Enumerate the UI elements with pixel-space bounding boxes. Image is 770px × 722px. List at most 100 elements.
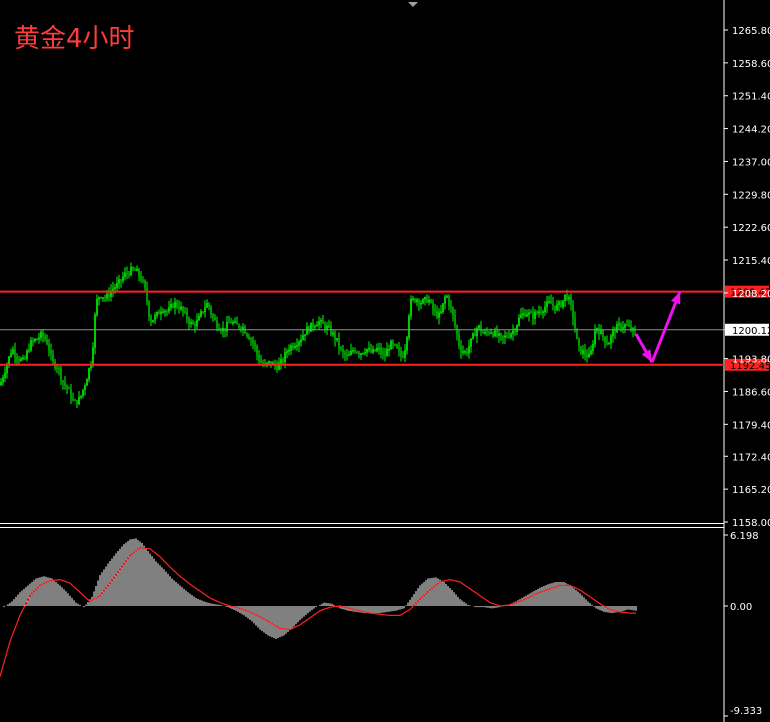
candle-body-down [254, 342, 256, 347]
price-tick-label: 1222.60 [732, 223, 770, 234]
candle-body-down [570, 297, 572, 305]
candle-body-down [18, 358, 20, 361]
candle-body-down [584, 350, 586, 355]
price-tick-label: 1229.80 [732, 190, 770, 201]
candle-body-down [532, 313, 534, 319]
candle-body-down [282, 359, 284, 362]
candle-body-down [100, 297, 102, 299]
macd-tick-label: -9.333 [730, 706, 762, 717]
candle-body-down [580, 346, 582, 354]
candle-body-down [66, 385, 68, 389]
candle-body-down [620, 323, 622, 329]
candle-body-down [140, 276, 142, 281]
candle-body-down [628, 325, 630, 327]
candle-body-down [414, 298, 416, 302]
candle-body-down [240, 327, 242, 329]
candle-body-down [536, 311, 538, 314]
candle-body-down [58, 368, 60, 370]
candle-body-down [322, 320, 324, 324]
candle-body-down [178, 306, 180, 310]
candle-body-down [358, 352, 360, 355]
candle-body-down [64, 382, 66, 386]
candle-body-down [44, 336, 46, 340]
candle-body-down [344, 352, 346, 355]
candle-body-down [324, 323, 326, 330]
candle-body-down [426, 297, 428, 303]
candle-body-down [188, 319, 190, 324]
candle-body-down [312, 322, 314, 327]
candle-body-down [24, 357, 26, 359]
candle-body-down [380, 347, 382, 355]
candle-body-down [482, 331, 484, 334]
candle-body-down [606, 342, 608, 345]
candle-body-down [402, 356, 404, 358]
candle-body-down [342, 348, 344, 353]
candle-body-down [186, 311, 188, 320]
price-tick-label: 1251.40 [732, 92, 770, 103]
candle-body-down [150, 317, 152, 323]
macd-tick-label: 6.198 [730, 531, 759, 542]
candle-body-down [60, 368, 62, 381]
candle-body-down [354, 350, 356, 352]
candle-body-down [146, 287, 148, 302]
candle-body-down [214, 317, 216, 321]
candle-body-down [56, 368, 58, 370]
candle-body-down [346, 354, 348, 356]
price-tick-label: 1158.00 [732, 518, 770, 529]
candle-body-down [392, 341, 394, 345]
candle-body-down [292, 345, 294, 348]
candle-body-down [104, 297, 106, 299]
price-tick-label: 1172.40 [732, 452, 770, 463]
candle-body-down [574, 318, 576, 329]
candle-body-down [448, 296, 450, 306]
price-tick-label: 1237.00 [732, 157, 770, 168]
candle-body-down [370, 348, 372, 353]
candle-body-down [132, 267, 134, 270]
candle-body-down [252, 340, 254, 343]
candle-body-down [308, 326, 310, 332]
candle-body-down [216, 320, 218, 328]
candle-body-down [230, 322, 232, 324]
candle-body-down [540, 311, 542, 313]
candle-body-down [126, 272, 128, 274]
candle-body-down [50, 350, 52, 355]
candle-body-down [14, 349, 16, 357]
candle-body-down [566, 294, 568, 300]
candle-body-down [550, 301, 552, 304]
candle-body-down [202, 311, 204, 313]
candle-body-down [572, 304, 574, 319]
candle-body-down [614, 330, 616, 333]
candle-body-down [560, 301, 562, 307]
candle-body-down [68, 388, 70, 390]
candle-body-down [400, 350, 402, 357]
candle-body-down [554, 305, 556, 310]
candle-body-down [210, 306, 212, 315]
price-tick-label: 1193.80 [732, 355, 770, 366]
candle-body-down [508, 336, 510, 338]
candle-body-down [176, 302, 178, 307]
candle-body-down [212, 314, 214, 318]
candle-body-down [384, 354, 386, 357]
candle-body-down [276, 366, 278, 370]
candle-body-down [598, 328, 600, 334]
candle-body-down [578, 339, 580, 347]
price-tick-label: 1165.20 [732, 485, 770, 496]
macd-tick-label: 0.00 [730, 602, 752, 613]
candle-body-down [436, 310, 438, 318]
candle-body-down [62, 380, 64, 383]
candle-body-down [334, 332, 336, 340]
candle-body-down [148, 301, 150, 318]
candle-body-down [524, 313, 526, 317]
candle-body-down [138, 269, 140, 277]
candle-body-down [602, 330, 604, 337]
candle-body-down [506, 335, 508, 337]
candle-body-down [374, 349, 376, 351]
candle-body-down [340, 347, 342, 349]
candle-body-down [488, 332, 490, 334]
candle-body-down [76, 400, 78, 405]
candle-body-down [396, 344, 398, 348]
candle-body-down [142, 280, 144, 282]
candle-body-down [450, 305, 452, 308]
candle-body-down [48, 344, 50, 351]
candle-body-down [466, 351, 468, 354]
